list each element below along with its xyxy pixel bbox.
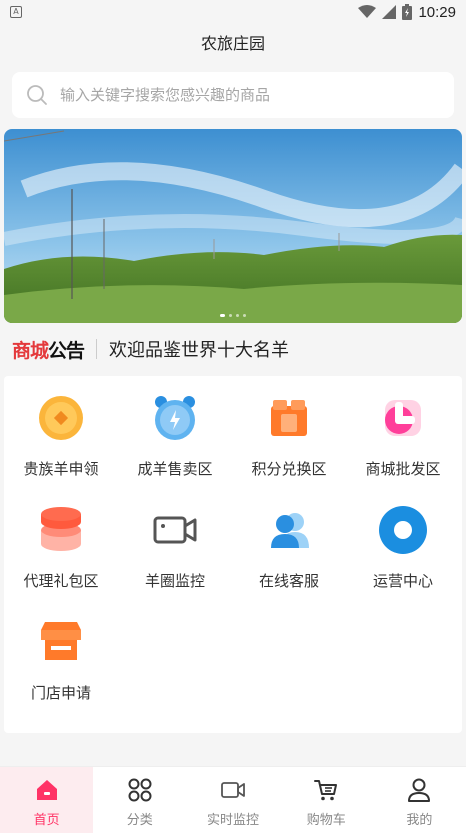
tab-profile[interactable]: 我的: [373, 767, 466, 833]
status-bar: A 10:29: [0, 0, 466, 24]
tab-label: 实时监控: [207, 813, 260, 828]
stack-icon: [41, 507, 81, 551]
carousel-dot[interactable]: [229, 314, 232, 317]
grid-item-label: 在线客服: [258, 572, 319, 590]
carousel-dot[interactable]: [236, 314, 239, 317]
banner-image: [4, 129, 462, 323]
signal-icon: [382, 5, 397, 19]
pink-l-icon: [385, 400, 421, 436]
users-icon: [271, 513, 309, 548]
grid-item-label: 贵族羊申领: [23, 460, 99, 478]
badge-part1: 商城: [12, 339, 49, 362]
tab-label: 我的: [406, 813, 433, 828]
tab-label: 首页: [33, 813, 60, 828]
grid-item-label: 积分兑换区: [251, 460, 327, 478]
grid-item-label: 羊圈监控: [144, 572, 205, 590]
target-icon: [379, 506, 427, 554]
alarm-clock-icon: [155, 396, 195, 440]
grid-item-label: 门店申请: [30, 684, 91, 702]
video-icon: [221, 782, 245, 798]
camera-icon: [153, 516, 197, 544]
gold-coin-icon: [39, 396, 83, 440]
announcement-badge: 商城公告: [12, 336, 85, 363]
profile-icon: [408, 778, 431, 802]
gift-box-icon: [271, 400, 307, 436]
carousel-dot[interactable]: [243, 314, 246, 317]
home-icon: [36, 780, 57, 800]
search-icon: [27, 85, 47, 105]
grid-item-noble-sheep[interactable]: 贵族羊申领: [4, 376, 118, 486]
tab-label: 购物车: [306, 813, 346, 828]
page-title: 农旅庄园: [200, 34, 265, 53]
search-bar[interactable]: [12, 72, 454, 118]
tab-live-monitor[interactable]: 实时监控: [186, 767, 279, 833]
banner-carousel[interactable]: [4, 129, 462, 323]
notification-icon: A: [10, 6, 22, 18]
grid-item-label: 运营中心: [372, 572, 433, 590]
status-time: 10:29: [418, 3, 456, 21]
tab-category[interactable]: 分类: [93, 767, 186, 833]
grid-item-wholesale[interactable]: 商城批发区: [346, 376, 460, 486]
grid-item-agent-package[interactable]: 代理礼包区: [4, 488, 118, 598]
grid-item-pen-monitor[interactable]: 羊圈监控: [118, 488, 232, 598]
announcement-text: 欢迎品鉴世界十大名羊: [109, 340, 290, 361]
announcement-bar[interactable]: 商城公告 欢迎品鉴世界十大名羊: [0, 330, 466, 368]
feature-grid: 贵族羊申领 成羊售卖区 积分兑换区 商城批发区 代理礼包区 羊圈监控 在线客服 …: [4, 376, 462, 733]
badge-part2: 公告: [48, 339, 85, 362]
grid-item-label: 成羊售卖区: [137, 460, 213, 478]
carousel-dots: [4, 314, 462, 317]
tab-cart[interactable]: 购物车: [280, 767, 373, 833]
grid-item-points-exchange[interactable]: 积分兑换区: [232, 376, 346, 486]
search-input[interactable]: [60, 86, 454, 104]
grid-item-customer-service[interactable]: 在线客服: [232, 488, 346, 598]
grid-icon: [128, 778, 152, 802]
grid-item-adult-sheep-sale[interactable]: 成羊售卖区: [118, 376, 232, 486]
tab-label: 分类: [126, 813, 153, 828]
grid-item-label: 代理礼包区: [23, 572, 99, 590]
bottom-tab-bar: 首页 分类 实时监控 购物车 我的: [0, 766, 466, 833]
store-icon: [41, 622, 81, 660]
wifi-icon: [358, 5, 377, 18]
grid-item-label: 商城批发区: [365, 460, 441, 478]
carousel-dot[interactable]: [220, 314, 225, 317]
grid-item-store-application[interactable]: 门店申请: [4, 600, 118, 710]
tab-home[interactable]: 首页: [0, 767, 94, 833]
battery-icon: [402, 4, 413, 20]
divider: [96, 339, 98, 359]
cart-icon: [314, 780, 338, 801]
grid-item-operations-center[interactable]: 运营中心: [346, 488, 460, 598]
